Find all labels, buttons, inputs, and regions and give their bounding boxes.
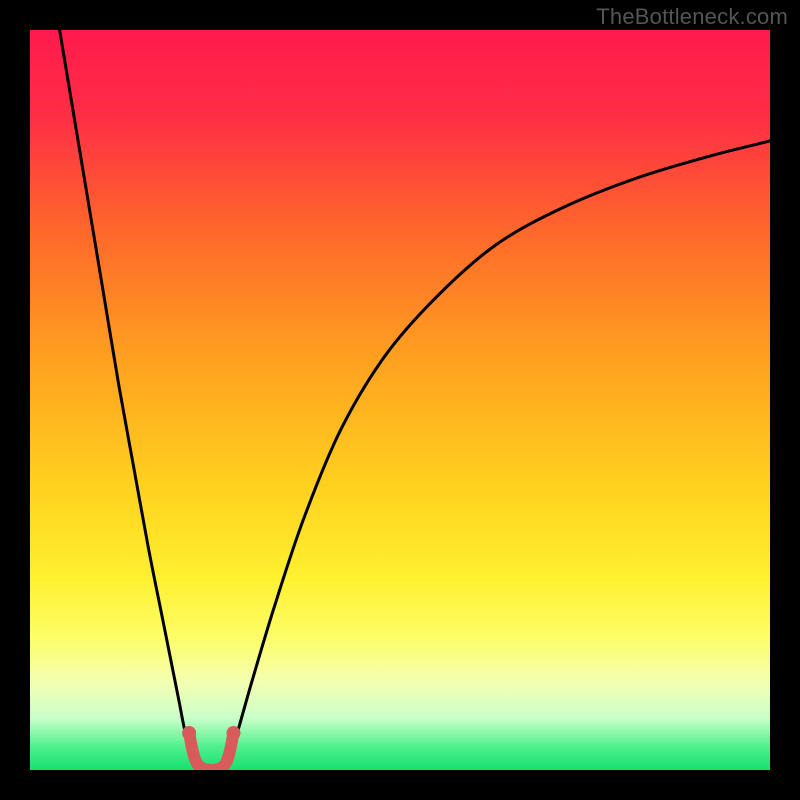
valley-endpoint-left bbox=[182, 726, 196, 740]
curve-left-branch bbox=[60, 30, 201, 766]
watermark-label: TheBottleneck.com bbox=[596, 4, 788, 30]
valley-endpoint-right bbox=[227, 726, 241, 740]
curve-layer bbox=[30, 30, 770, 770]
plot-area bbox=[30, 30, 770, 770]
curve-right-branch bbox=[222, 141, 770, 766]
chart-frame: TheBottleneck.com bbox=[0, 0, 800, 800]
curve-valley-highlight bbox=[189, 733, 233, 770]
